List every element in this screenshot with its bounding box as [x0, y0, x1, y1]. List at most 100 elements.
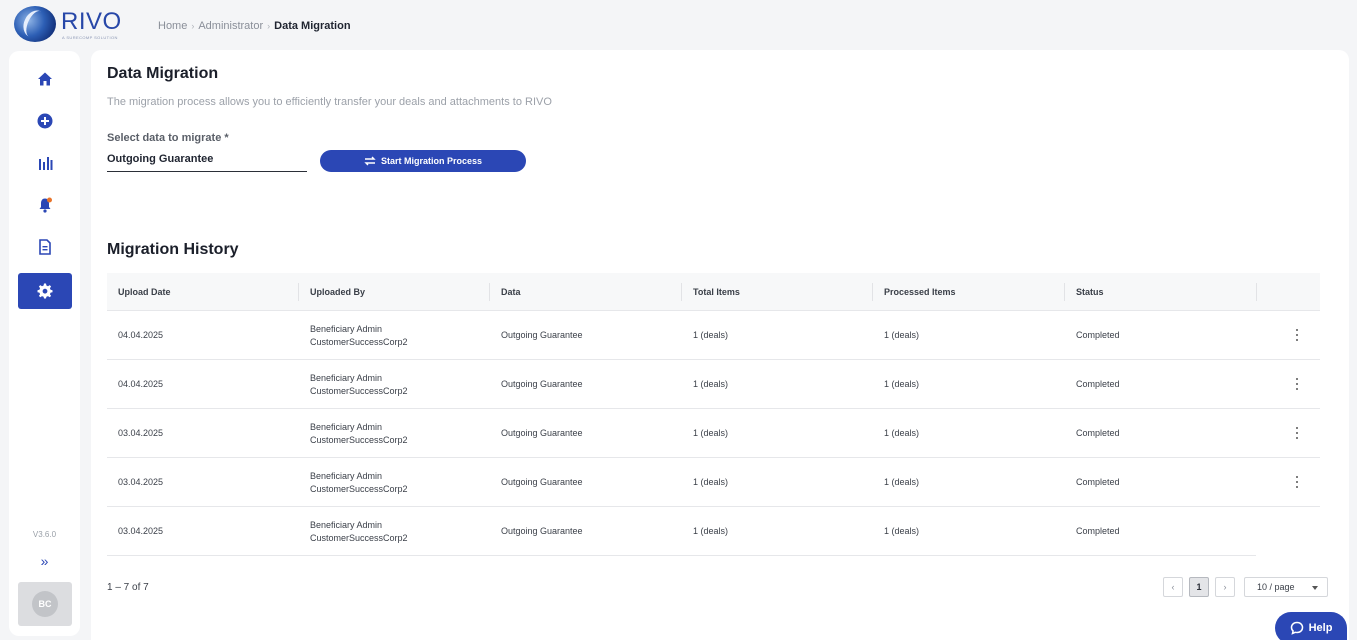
- column-header-status[interactable]: Status: [1076, 287, 1104, 297]
- uploader-org: CustomerSuccessCorp2: [310, 337, 408, 347]
- uploader-name: Beneficiary Admin: [310, 422, 383, 432]
- column-header-data[interactable]: Data: [501, 287, 521, 297]
- breadcrumb: Home › Administrator › Data Migration: [158, 20, 351, 32]
- table-row[interactable]: 03.04.2025 Beneficiary Admin CustomerSucc…: [107, 507, 1256, 556]
- avatar: BC: [32, 591, 58, 617]
- plus-circle-icon: [37, 113, 53, 129]
- table-header: Upload Date Uploaded By Data Total Items…: [107, 273, 1320, 311]
- breadcrumb-current: Data Migration: [274, 20, 351, 32]
- row-actions-icon[interactable]: [1294, 378, 1300, 390]
- column-header-total-items[interactable]: Total Items: [693, 287, 740, 297]
- page-button-1[interactable]: 1: [1189, 577, 1209, 597]
- chat-bubble-icon: [1290, 621, 1303, 635]
- page-size-select[interactable]: 10 / page: [1244, 577, 1328, 597]
- select-data-dropdown[interactable]: Outgoing Guarantee: [107, 150, 307, 172]
- cell-data: Outgoing Guarantee: [501, 330, 583, 340]
- cell-processed-items: 1 (deals): [884, 379, 920, 389]
- cell-processed-items: 1 (deals): [884, 428, 920, 438]
- start-migration-button[interactable]: Start Migration Process: [320, 150, 526, 172]
- app-version: V3.6.0: [32, 530, 57, 539]
- table-row[interactable]: 04.04.2025 Beneficiary Admin CustomerSucc…: [107, 311, 1320, 360]
- sidebar: V3.6.0 » BC: [9, 51, 80, 636]
- migration-history-table: Upload Date Uploaded By Data Total Items…: [107, 273, 1320, 556]
- main-content: Data Migration The migration process all…: [91, 50, 1349, 640]
- cell-uploaded-by: Beneficiary Admin CustomerSuccessCorp2: [310, 421, 408, 447]
- column-header-processed-items[interactable]: Processed Items: [884, 287, 956, 297]
- select-data-label: Select data to migrate *: [107, 132, 229, 144]
- uploader-org: CustomerSuccessCorp2: [310, 484, 408, 494]
- uploader-name: Beneficiary Admin: [310, 373, 383, 383]
- cell-status: Completed: [1076, 526, 1120, 536]
- table-row[interactable]: 03.04.2025 Beneficiary Admin CustomerSucc…: [107, 409, 1320, 458]
- sidebar-item-documents[interactable]: [18, 229, 72, 265]
- sidebar-item-reports[interactable]: [18, 145, 72, 181]
- cell-upload-date: 03.04.2025: [118, 428, 164, 438]
- cell-processed-items: 1 (deals): [884, 526, 920, 536]
- cell-total-items: 1 (deals): [693, 477, 729, 487]
- cell-uploaded-by: Beneficiary Admin CustomerSuccessCorp2: [310, 372, 408, 398]
- row-actions-icon[interactable]: [1294, 476, 1300, 488]
- cell-uploaded-by: Beneficiary Admin CustomerSuccessCorp2: [310, 323, 408, 349]
- uploader-org: CustomerSuccessCorp2: [310, 533, 408, 543]
- rivo-logo[interactable]: RIVO A SURECOMP SOLUTION: [14, 6, 124, 42]
- swap-arrows-icon: [364, 156, 376, 166]
- cell-processed-items: 1 (deals): [884, 330, 920, 340]
- uploader-org: CustomerSuccessCorp2: [310, 435, 408, 445]
- sidebar-item-create[interactable]: [18, 103, 72, 139]
- cell-status: Completed: [1076, 477, 1120, 487]
- page-title: Data Migration: [107, 65, 219, 82]
- breadcrumb-separator-icon: ›: [191, 21, 195, 31]
- logo-text: RIVO: [61, 8, 122, 35]
- uploader-name: Beneficiary Admin: [310, 471, 383, 481]
- cell-total-items: 1 (deals): [693, 330, 729, 340]
- cell-status: Completed: [1076, 379, 1120, 389]
- table-row[interactable]: 03.04.2025 Beneficiary Admin CustomerSucc…: [107, 458, 1320, 507]
- user-menu[interactable]: BC: [18, 582, 72, 626]
- home-icon: [38, 72, 52, 86]
- cell-data: Outgoing Guarantee: [501, 379, 583, 389]
- gear-icon: [37, 283, 53, 299]
- sidebar-item-notifications[interactable]: [18, 187, 72, 223]
- cell-data: Outgoing Guarantee: [501, 526, 583, 536]
- cell-processed-items: 1 (deals): [884, 477, 920, 487]
- cell-status: Completed: [1076, 330, 1120, 340]
- next-page-button[interactable]: ›: [1215, 577, 1235, 597]
- cell-upload-date: 04.04.2025: [118, 330, 164, 340]
- cell-total-items: 1 (deals): [693, 379, 729, 389]
- sidebar-item-home[interactable]: [18, 61, 72, 97]
- cell-upload-date: 03.04.2025: [118, 477, 164, 487]
- breadcrumb-home[interactable]: Home: [158, 20, 187, 32]
- row-actions-icon[interactable]: [1294, 427, 1300, 439]
- expand-sidebar-icon[interactable]: »: [9, 553, 80, 569]
- cell-uploaded-by: Beneficiary Admin CustomerSuccessCorp2: [310, 470, 408, 496]
- uploader-name: Beneficiary Admin: [310, 520, 383, 530]
- caret-down-icon: [1312, 586, 1318, 590]
- uploader-org: CustomerSuccessCorp2: [310, 386, 408, 396]
- document-icon: [39, 239, 51, 255]
- pagination-summary: 1 – 7 of 7: [107, 582, 149, 593]
- page-description: The migration process allows you to effi…: [107, 96, 552, 108]
- page-size-value: 10 / page: [1257, 582, 1295, 592]
- top-bar: RIVO A SURECOMP SOLUTION Home › Administ…: [0, 0, 1357, 50]
- breadcrumb-administrator[interactable]: Administrator: [198, 20, 263, 32]
- row-actions-icon[interactable]: [1294, 329, 1300, 341]
- migration-history-title: Migration History: [107, 241, 239, 258]
- cell-status: Completed: [1076, 428, 1120, 438]
- cell-data: Outgoing Guarantee: [501, 477, 583, 487]
- sidebar-item-settings[interactable]: [18, 273, 72, 309]
- prev-page-button[interactable]: ‹: [1163, 577, 1183, 597]
- cell-upload-date: 04.04.2025: [118, 379, 164, 389]
- logo-subtitle: A SURECOMP SOLUTION: [62, 35, 118, 40]
- cell-total-items: 1 (deals): [693, 526, 729, 536]
- cell-data: Outgoing Guarantee: [501, 428, 583, 438]
- help-button[interactable]: Help: [1275, 612, 1347, 640]
- table-row[interactable]: 04.04.2025 Beneficiary Admin CustomerSucc…: [107, 360, 1320, 409]
- column-header-upload-date[interactable]: Upload Date: [118, 287, 171, 297]
- cell-upload-date: 03.04.2025: [118, 526, 164, 536]
- breadcrumb-separator-icon: ›: [267, 21, 271, 31]
- bell-icon: [39, 197, 52, 213]
- logo-globe-icon: [14, 6, 56, 42]
- uploader-name: Beneficiary Admin: [310, 324, 383, 334]
- bar-chart-icon: [39, 157, 53, 170]
- column-header-uploaded-by[interactable]: Uploaded By: [310, 287, 365, 297]
